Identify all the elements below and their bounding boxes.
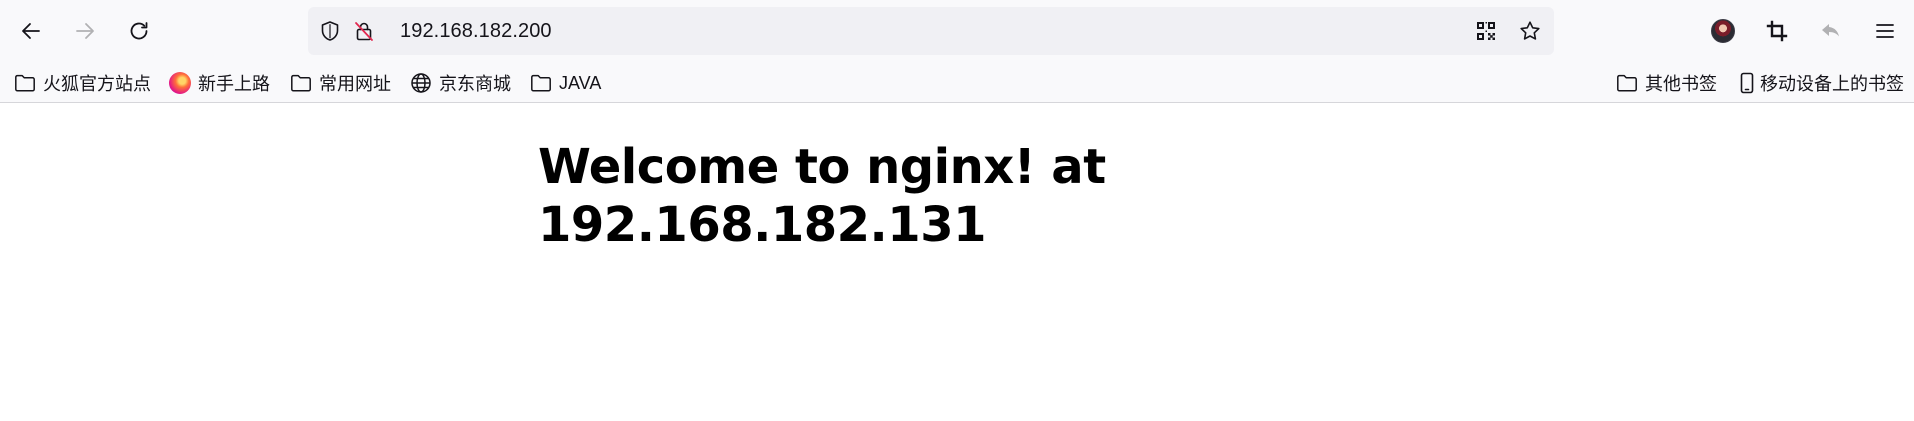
bookmark-label: 火狐官方站点 xyxy=(43,74,151,94)
reload-icon xyxy=(130,22,148,40)
folder-icon xyxy=(1615,71,1639,95)
other-bookmarks-folder[interactable]: 其他书签 xyxy=(1615,63,1717,103)
page-heading: Welcome to nginx! at 192.168.182.131 xyxy=(538,139,1106,253)
arrow-left-icon xyxy=(22,23,40,39)
mobile-icon xyxy=(1735,71,1759,95)
app-menu-button[interactable] xyxy=(1867,13,1903,49)
forward-button[interactable] xyxy=(67,13,103,49)
folder-icon xyxy=(529,71,553,95)
folder-icon xyxy=(289,71,313,95)
bookmark-label: JAVA xyxy=(559,72,602,93)
bookmark-item[interactable]: 新手上路 xyxy=(168,63,270,103)
bookmark-star-button[interactable] xyxy=(1518,19,1542,43)
hamburger-menu-icon xyxy=(1876,24,1894,38)
star-icon xyxy=(1520,21,1540,40)
qr-code-icon xyxy=(1477,22,1495,40)
reload-button[interactable] xyxy=(121,13,157,49)
bookmarks-toolbar: 火狐官方站点 新手上路 常用网址 京东商城 JAVA 其他书签 移动设备上的书签 xyxy=(0,63,1914,103)
connection-insecure-button[interactable] xyxy=(352,19,376,43)
bookmark-label: 其他书签 xyxy=(1645,74,1717,94)
back-button[interactable] xyxy=(13,13,49,49)
bookmark-label: 常用网址 xyxy=(319,74,391,94)
page-content: Welcome to nginx! at 192.168.182.131 xyxy=(0,104,1914,421)
navigation-toolbar: 192.168.182.200 xyxy=(0,0,1914,63)
folder-icon xyxy=(13,71,37,95)
site-info-button[interactable] xyxy=(318,19,342,43)
bookmark-label: 新手上路 xyxy=(198,74,270,94)
lock-strikethrough-icon xyxy=(355,22,373,41)
undo-icon xyxy=(1822,24,1839,37)
url-text[interactable]: 192.168.182.200 xyxy=(400,7,552,55)
mobile-bookmarks-folder[interactable]: 移动设备上的书签 xyxy=(1735,63,1904,103)
globe-icon xyxy=(409,71,433,95)
screenshot-button[interactable] xyxy=(1759,13,1795,49)
qr-code-button[interactable] xyxy=(1474,19,1498,43)
arrow-right-icon xyxy=(76,23,94,39)
crop-icon xyxy=(1766,20,1788,42)
url-bar[interactable]: 192.168.182.200 xyxy=(308,7,1554,55)
avatar[interactable] xyxy=(1711,19,1735,43)
bookmark-item[interactable]: 火狐官方站点 xyxy=(13,63,151,103)
bookmark-label: 京东商城 xyxy=(439,74,511,94)
bookmark-label: 移动设备上的书签 xyxy=(1760,74,1904,94)
bookmark-item[interactable]: 常用网址 xyxy=(289,63,391,103)
bookmark-item[interactable]: 京东商城 xyxy=(409,63,511,103)
firefox-icon xyxy=(168,71,192,95)
shield-icon xyxy=(321,21,339,41)
undo-button[interactable] xyxy=(1813,13,1849,49)
bookmark-item[interactable]: JAVA xyxy=(529,63,601,103)
